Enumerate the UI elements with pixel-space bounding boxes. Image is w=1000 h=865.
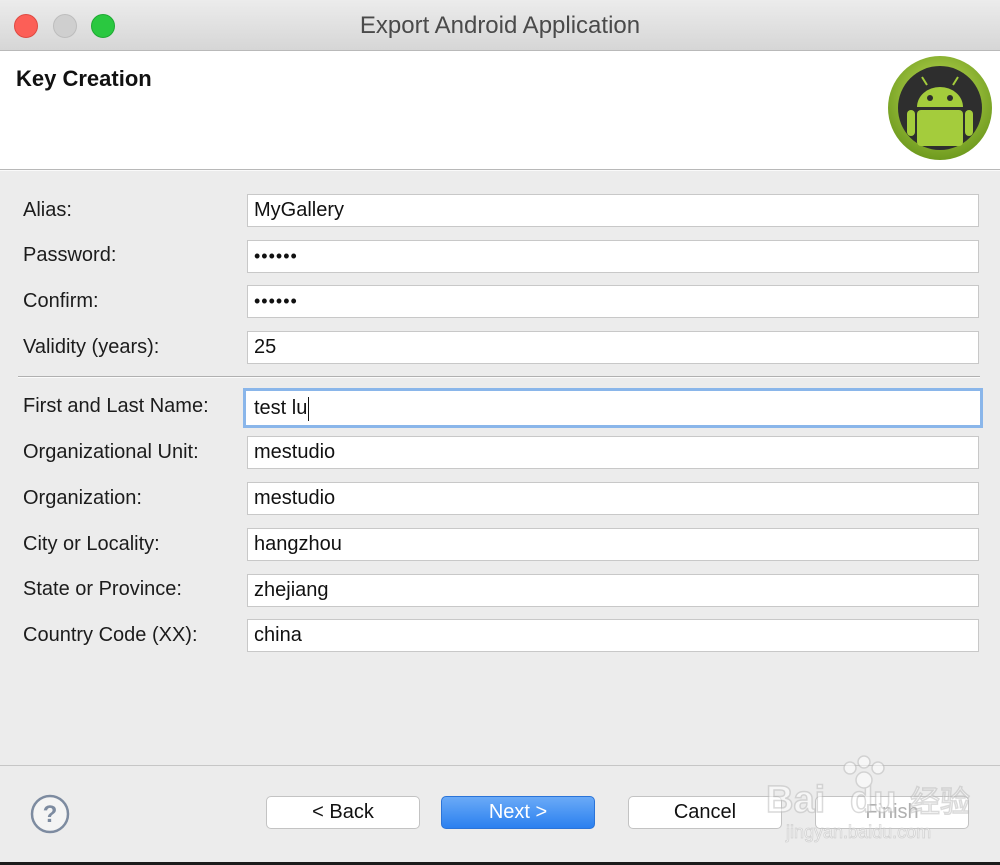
svg-text:jingyan.baidu.com: jingyan.baidu.com bbox=[785, 822, 931, 842]
android-logo-icon bbox=[888, 56, 992, 160]
country-code-label: Country Code (XX): bbox=[23, 624, 198, 646]
confirm-password-field[interactable]: •••••• bbox=[247, 285, 979, 318]
alias-label: Alias: bbox=[23, 199, 72, 221]
state-label: State or Province: bbox=[23, 578, 182, 600]
header-divider bbox=[0, 170, 1000, 171]
question-mark-icon[interactable]: ? bbox=[30, 794, 70, 834]
section-separator-highlight bbox=[18, 377, 980, 378]
back-button[interactable]: < Back bbox=[266, 796, 420, 829]
country-code-field[interactable]: china bbox=[247, 619, 979, 652]
svg-text:du: du bbox=[850, 779, 896, 821]
next-button[interactable]: Next > bbox=[441, 796, 595, 829]
city-label: City or Locality: bbox=[23, 533, 160, 555]
name-field[interactable]: test lu bbox=[243, 388, 983, 428]
password-field[interactable]: •••••• bbox=[247, 240, 979, 273]
validity-field[interactable]: 25 bbox=[247, 331, 979, 364]
state-field[interactable]: zhejiang bbox=[247, 574, 979, 607]
city-field[interactable]: hangzhou bbox=[247, 528, 979, 561]
organization-field[interactable]: mestudio bbox=[247, 482, 979, 515]
cancel-button[interactable]: Cancel bbox=[628, 796, 782, 829]
baidu-watermark: Bai du 经验 jingyan.baidu.com bbox=[765, 755, 971, 842]
name-label: First and Last Name: bbox=[23, 395, 209, 417]
svg-text:Bai: Bai bbox=[766, 779, 825, 821]
svg-text:?: ? bbox=[43, 801, 58, 828]
page-title: Key Creation bbox=[16, 66, 152, 91]
title-bar: Export Android Application bbox=[0, 0, 1000, 51]
window-title: Export Android Application bbox=[359, 12, 641, 39]
validity-label: Validity (years): bbox=[23, 336, 160, 358]
org-unit-field[interactable]: mestudio bbox=[247, 436, 979, 469]
text-caret bbox=[308, 396, 310, 421]
password-label: Password: bbox=[23, 244, 117, 266]
dialog-window: Export Android Application Key Creation bbox=[0, 0, 1000, 862]
alias-field[interactable]: MyGallery bbox=[247, 194, 979, 227]
name-field-value: test lu bbox=[254, 397, 308, 419]
wizard-header: Key Creation bbox=[0, 51, 1000, 170]
confirm-label: Confirm: bbox=[23, 290, 99, 312]
svg-text:经验: 经验 bbox=[910, 785, 970, 820]
organization-label: Organization: bbox=[23, 487, 142, 509]
org-unit-label: Organizational Unit: bbox=[23, 441, 199, 463]
